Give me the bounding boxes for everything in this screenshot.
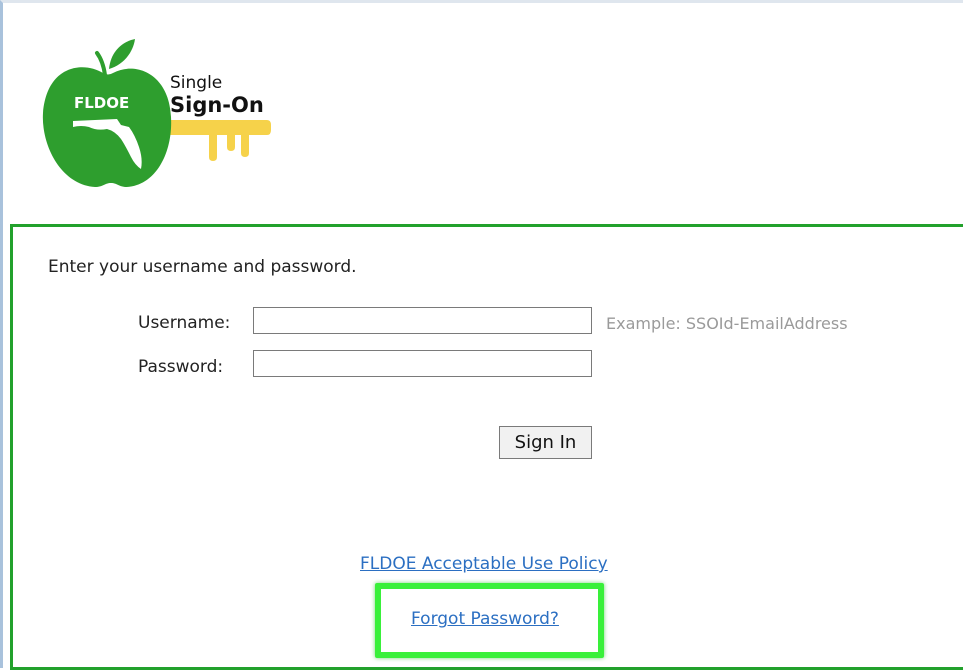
logo-title-single: Single — [170, 73, 222, 93]
password-label: Password: — [138, 357, 224, 377]
fldoe-logo-text: FLDOE — [74, 94, 129, 112]
logo-title-sign-on: Sign-On — [170, 93, 264, 117]
username-label: Username: — [138, 313, 231, 333]
sign-in-button[interactable]: Sign In — [499, 426, 592, 459]
username-hint: Example: SSOId-EmailAddress — [606, 314, 848, 333]
login-instructions: Enter your username and password. — [48, 257, 357, 277]
username-input[interactable] — [253, 307, 592, 334]
password-input[interactable] — [253, 350, 592, 377]
acceptable-use-policy-link[interactable]: FLDOE Acceptable Use Policy — [360, 554, 608, 574]
forgot-password-highlight — [375, 583, 604, 658]
fldoe-apple-key-logo: FLDOE Single Sign-On — [42, 39, 271, 187]
header: FLDOE Single Sign-On — [3, 3, 963, 225]
sso-logo: FLDOE Single Sign-On — [39, 35, 279, 195]
